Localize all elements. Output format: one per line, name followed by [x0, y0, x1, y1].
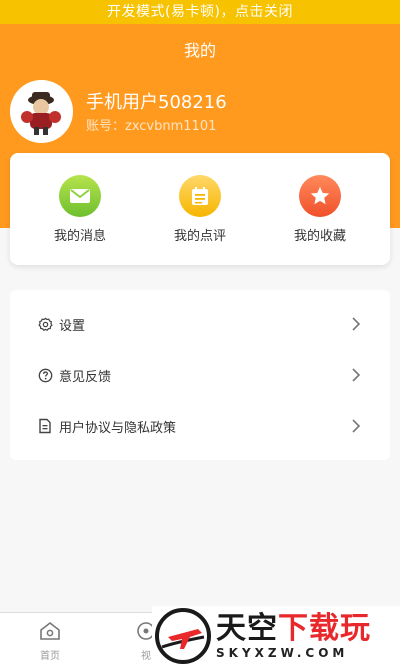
watermark-brand-accent: 下载玩 — [278, 611, 371, 646]
quick-actions-card: 我的消息 我的点评 我的收藏 — [10, 153, 390, 265]
dev-mode-banner[interactable]: 开发模式(易卡顿)，点击关闭 — [0, 0, 400, 24]
feedback-row[interactable]: 意见反馈 — [10, 350, 390, 400]
my-favorites-label: 我的收藏 — [293, 229, 346, 244]
page-title: 我的 — [183, 41, 216, 60]
my-reviews-button[interactable]: 我的点评 — [150, 175, 250, 244]
feedback-label: 意见反馈 — [59, 369, 112, 385]
user-account: 账号：zxcvbnm1101 — [86, 119, 217, 134]
user-name: 手机用户508216 — [86, 92, 227, 113]
agreement-privacy-row[interactable]: 用户协议与隐私政策 — [10, 401, 390, 451]
gear-icon — [37, 316, 53, 332]
my-messages-button[interactable]: 我的消息 — [30, 175, 130, 244]
watermark-logo: 天空下载玩 SKYXZW.COM — [152, 606, 400, 666]
message-icon — [59, 175, 101, 217]
chevron-right-icon — [352, 419, 361, 433]
tab-home[interactable]: 首页 — [28, 621, 72, 662]
chevron-right-icon — [352, 317, 361, 331]
my-messages-label: 我的消息 — [53, 229, 106, 244]
document-icon — [37, 418, 53, 434]
review-icon — [179, 175, 221, 217]
chevron-right-icon — [352, 368, 361, 382]
settings-row[interactable]: 设置 — [10, 299, 390, 349]
watermark-brand-main: 天空 — [216, 611, 278, 646]
star-icon — [299, 175, 341, 217]
my-reviews-label: 我的点评 — [173, 229, 226, 244]
my-favorites-button[interactable]: 我的收藏 — [270, 175, 370, 244]
help-icon — [37, 367, 53, 383]
agreement-privacy-label: 用户协议与隐私政策 — [59, 420, 177, 436]
settings-list: 设置 意见反馈 用户协议与隐私政策 — [10, 290, 390, 460]
avatar[interactable] — [10, 80, 73, 143]
plane-logo-icon — [155, 608, 211, 664]
home-icon — [40, 621, 60, 640]
tab-home-label: 首页 — [40, 651, 60, 662]
watermark-domain: SKYXZW.COM — [216, 646, 349, 660]
settings-label: 设置 — [59, 318, 86, 334]
